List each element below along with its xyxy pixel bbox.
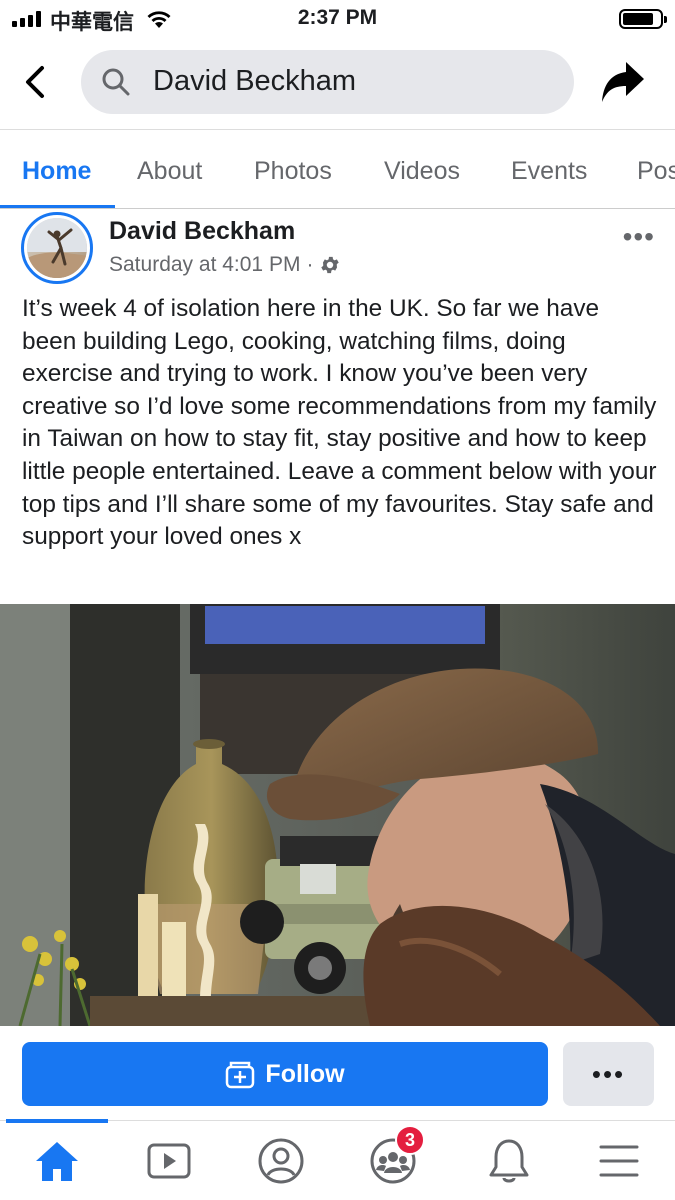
post-header: David Beckham Saturday at 4:01 PM · ••• [0,209,675,289]
tab-events[interactable]: Events [511,157,587,186]
nav-groups[interactable]: 3 [367,1125,425,1187]
tab-posts[interactable]: Pos [637,157,675,186]
nav-profile[interactable] [255,1135,307,1187]
meta-separator: · [306,253,314,276]
tab-photos[interactable]: Photos [254,157,332,186]
tab-home[interactable]: Home [22,157,91,186]
more-actions-button[interactable]: ••• [563,1042,654,1106]
notification-badge: 3 [395,1125,425,1155]
tab-about[interactable]: About [137,157,202,186]
battery-icon [619,9,667,29]
menu-icon [599,1145,639,1177]
search-header: David Beckham [0,38,675,130]
tab-videos[interactable]: Videos [384,157,460,186]
post-body: It’s week 4 of isolation here in the UK.… [22,295,657,551]
search-icon [102,68,130,96]
home-icon [36,1142,78,1181]
post-meta: Saturday at 4:01 PM · [109,253,341,277]
bell-icon [489,1139,529,1183]
back-button[interactable] [20,64,50,100]
active-nav-indicator [6,1119,108,1123]
post-timestamp[interactable]: Saturday at 4:01 PM [109,253,300,277]
gear-icon [321,256,340,274]
status-bar: 中華電信 2:37 PM [0,0,675,38]
follow-button[interactable]: Follow [22,1042,548,1106]
nav-home[interactable] [31,1135,83,1187]
search-input[interactable]: David Beckham [81,50,574,114]
profile-tabs: Home About Photos Videos Events Pos [0,131,675,209]
share-arrow-icon[interactable] [600,60,646,104]
avatar[interactable] [21,212,93,284]
bottom-nav: 3 [0,1119,675,1200]
watch-icon [147,1143,191,1179]
nav-watch[interactable] [143,1135,195,1187]
search-query: David Beckham [153,65,357,97]
post-author[interactable]: David Beckham [109,217,295,246]
follow-icon [226,1061,255,1089]
post-photo[interactable] [0,604,675,1026]
follow-label: Follow [265,1059,345,1088]
clock: 2:37 PM [297,6,378,29]
profile-icon [258,1138,304,1184]
nav-menu[interactable] [593,1135,645,1187]
post-options-button[interactable]: ••• [623,221,655,253]
nav-notifications[interactable] [483,1135,535,1187]
